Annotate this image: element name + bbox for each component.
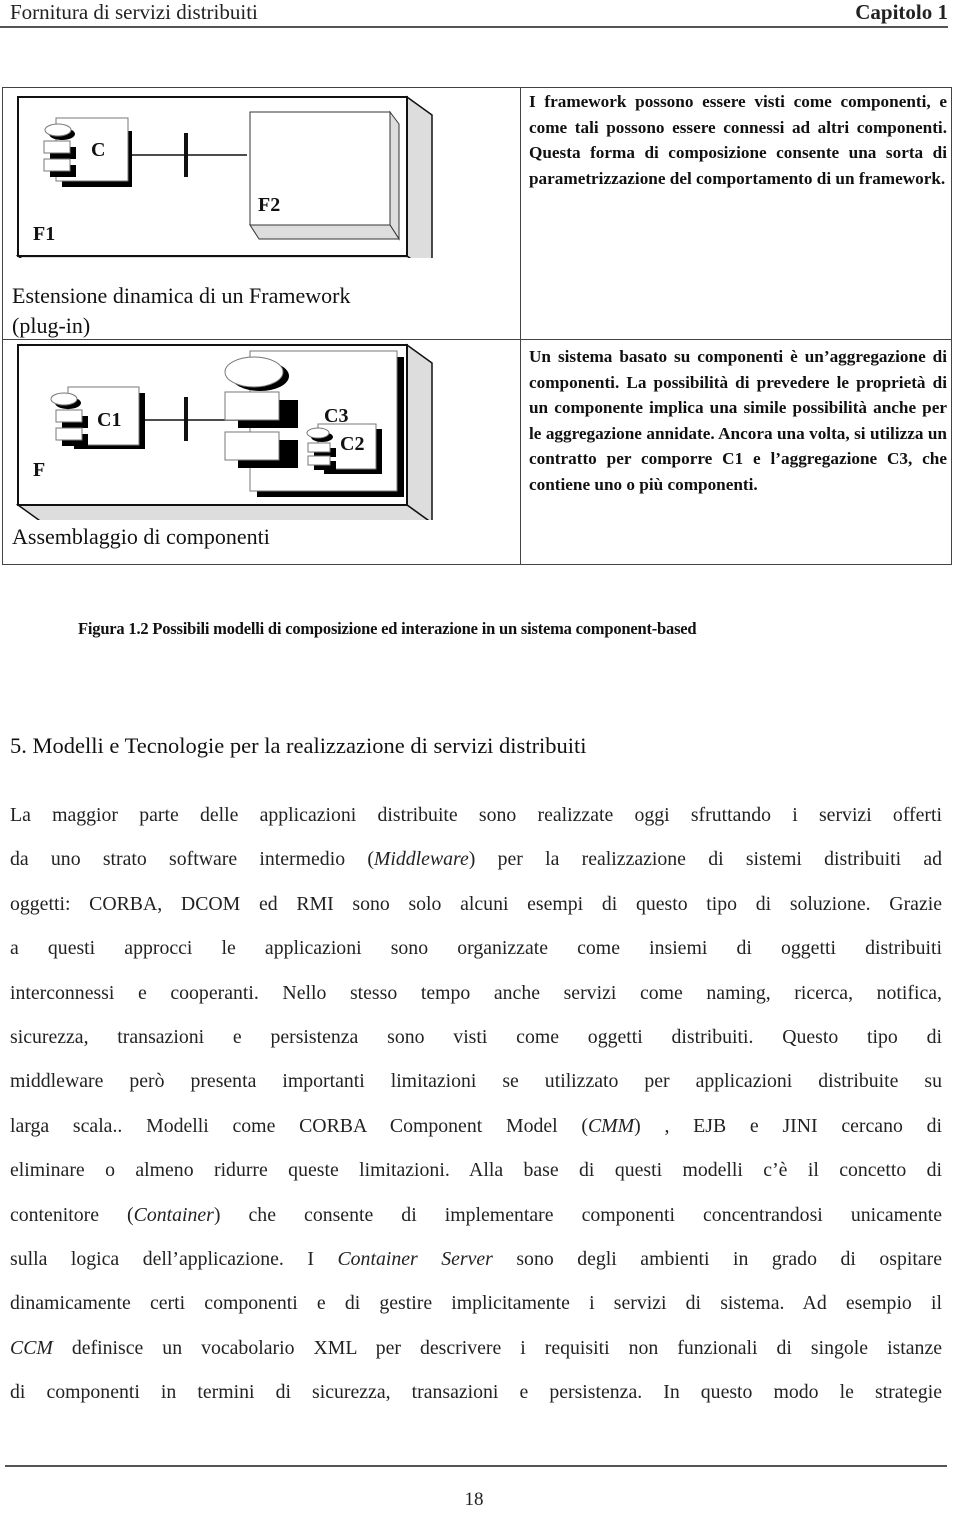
panel-description-plugin: I framework possono essere visti come co… [529, 92, 947, 188]
body-line: middleware però presenta importanti limi… [10, 1070, 942, 1093]
body-line: sulla logica dell’applicazione. I Contai… [10, 1248, 942, 1271]
body-line: larga scala.. Modelli come CORBA Compone… [10, 1114, 943, 1137]
body-line: sicurezza, transazioni e persistenza son… [10, 1026, 942, 1049]
body-line: dinamicamente certi componenti e di gest… [10, 1292, 942, 1315]
label-c2: C2 [340, 433, 364, 455]
label-f2: F2 [258, 194, 280, 216]
running-header: Fornitura di servizi distribuiti Capitol… [0, 0, 948, 28]
body-line: di componenti in termini di sicurezza, t… [10, 1381, 942, 1404]
label-f: F [33, 459, 45, 481]
section-heading: 5. Modelli e Tecnologie per la realizzaz… [10, 733, 587, 758]
caption-line: Assemblaggio di componenti [12, 524, 270, 549]
figure-table: C F2 F1 Estensione dinamica di un Framew… [2, 87, 952, 565]
italic-term: Container Server [337, 1248, 493, 1271]
figure-caption: Figura 1.2 Possibili modelli di composiz… [78, 619, 697, 638]
body-line: interconnessi e cooperanti. Nello stesso… [10, 981, 942, 1004]
body-line: CCM definisce un vocabolario XML per des… [10, 1336, 942, 1359]
italic-term: CCM [10, 1336, 53, 1359]
header-chapter: Capitolo 1 [855, 0, 948, 24]
assembly-diagram: C1 C3 C2 F [15, 343, 433, 520]
body-line: da uno strato software intermedio (Middl… [10, 848, 942, 871]
label-c: C [91, 139, 105, 161]
aggregate-c3 [224, 350, 404, 497]
italic-term: Middleware [373, 848, 469, 871]
body-line: eliminare o almeno ridurre queste limita… [10, 1159, 942, 1182]
italic-term: CMM [587, 1114, 635, 1137]
caption-line: (plug-in) [12, 313, 91, 338]
panel-description-assembly: Un sistema basato su componenti è un’agg… [529, 347, 947, 494]
panel-caption-assembly: Assemblaggio di componenti [12, 522, 270, 552]
body-line: oggetti: CORBA, DCOM ed RMI sono solo al… [10, 892, 942, 915]
figure-row-assembly: C1 C3 C2 F Assemblaggio di componenti Un… [3, 340, 951, 564]
framework-box-f2 [249, 110, 400, 241]
figure-row-plugin: C F2 F1 Estensione dinamica di un Framew… [3, 88, 951, 340]
panel-caption-plugin: Estensione dinamica di un Framework (plu… [12, 281, 350, 341]
header-title: Fornitura di servizi distribuiti [10, 0, 258, 24]
label-f1: F1 [33, 223, 55, 245]
body-line: a questi approcci le applicazioni sono o… [10, 937, 942, 960]
footer-rule [5, 1465, 947, 1467]
label-c1: C1 [97, 409, 121, 431]
body-line: La maggior parte delle applicazioni dist… [10, 804, 942, 826]
section-body: La maggior parte delle applicazioni dist… [10, 793, 942, 1415]
caption-line: Estensione dinamica di un Framework [12, 283, 351, 308]
plugin-diagram: C F2 F1 [15, 95, 433, 258]
page-number: 18 [464, 1489, 484, 1510]
italic-term: Container [133, 1203, 214, 1226]
component-icon-c [43, 117, 132, 187]
body-line: contenitore (Container) che consente di … [10, 1203, 943, 1226]
